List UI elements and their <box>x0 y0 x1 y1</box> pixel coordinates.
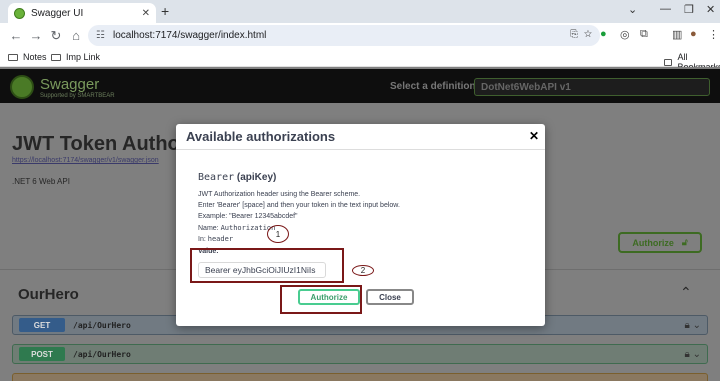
collapse-chevron-icon[interactable]: ⌃ <box>680 284 692 301</box>
forward-icon[interactable]: → <box>26 28 46 43</box>
authorize-highlight-box <box>280 285 362 314</box>
address-bar[interactable]: ☷ localhost:7174/swagger/index.html ⎘ ☆ <box>88 25 600 46</box>
window-close-button[interactable]: ✕ <box>706 3 715 16</box>
back-icon[interactable]: ← <box>6 28 26 43</box>
operation-post[interactable]: POST /api/OurHero 🔒︎ ⌄ <box>12 344 708 364</box>
bookmark-label: Imp Link <box>66 52 101 62</box>
scheme-type: (apiKey) <box>236 172 277 183</box>
reload-icon[interactable]: ↻ <box>46 28 66 44</box>
bookmarks-bar: Notes Imp Link All Bookmarks <box>0 48 720 72</box>
tab-search-icon[interactable]: ⌄ <box>628 3 637 16</box>
definition-label: Select a definition <box>390 81 476 92</box>
name-row: Name: Authorization <box>198 224 275 232</box>
swagger-json-link[interactable]: https://localhost:7174/swagger/v1/swagge… <box>12 157 159 164</box>
minimize-button[interactable]: — <box>660 3 671 15</box>
annotation-marker-1: 1 <box>267 225 289 243</box>
lock-chevron-icons[interactable]: 🔒︎ ⌄ <box>685 320 701 331</box>
whatsapp-icon[interactable]: ● <box>600 28 607 40</box>
swagger-topbar: Swagger Supported by SMARTBEAR Select a … <box>0 69 720 103</box>
home-icon[interactable]: ⌂ <box>66 28 86 43</box>
tab-close-icon[interactable]: ✕ <box>142 8 150 19</box>
description-line: JWT Authorization header using the Beare… <box>198 191 361 198</box>
menu-icon[interactable]: ⋮ <box>708 28 719 41</box>
puzzle-icon[interactable]: ⧉ <box>640 28 648 41</box>
bookmark-imp-link[interactable]: Imp Link <box>51 52 100 62</box>
swagger-logo-sub: Supported by SMARTBEAR <box>40 93 115 99</box>
sidepanel-icon[interactable]: ▥ <box>672 28 682 41</box>
bookmark-notes[interactable]: Notes <box>8 52 47 62</box>
name-label: Name: <box>198 225 219 232</box>
page-title: JWT Token Autho <box>12 133 180 155</box>
value-highlight-box <box>190 248 344 283</box>
description-line: Enter 'Bearer' [space] and then your tok… <box>198 202 400 209</box>
swagger-logo-text: Swagger <box>40 76 100 93</box>
operation-path: /api/OurHero <box>73 320 131 330</box>
page-authorize-button[interactable]: Authorize 🔓︎ <box>618 232 702 253</box>
browser-toolbar: ← → ↻ ⌂ ☷ localhost:7174/swagger/index.h… <box>0 23 720 48</box>
maximize-button[interactable]: ❐ <box>684 3 694 16</box>
browser-tab-strip: Swagger UI ✕ + ⌄ — ❐ ✕ <box>0 0 720 23</box>
scheme-heading: Bearer (apiKey) <box>198 172 276 183</box>
tab-title: Swagger UI <box>31 7 84 19</box>
new-tab-button[interactable]: + <box>161 3 169 19</box>
swagger-logo-icon <box>10 75 34 99</box>
api-description: .NET 6 Web API <box>12 177 70 186</box>
extension-icon[interactable]: ◎ <box>620 28 630 41</box>
operation-path: /api/OurHero <box>73 349 131 359</box>
description-line: Example: "Bearer 12345abcdef" <box>198 213 298 220</box>
lock-chevron-icons[interactable]: 🔒︎ ⌄ <box>685 349 701 360</box>
definition-select[interactable]: DotNet6WebAPI v1 <box>474 78 710 96</box>
in-label: In: <box>198 236 206 243</box>
folder-icon <box>8 53 18 61</box>
browser-tab[interactable]: Swagger UI ✕ <box>8 3 156 23</box>
annotation-marker-2: 2 <box>352 265 374 276</box>
section-title: OurHero <box>18 286 79 303</box>
address-text: localhost:7174/swagger/index.html <box>112 30 267 41</box>
avatar[interactable]: ● <box>690 28 697 40</box>
method-badge: POST <box>19 347 65 361</box>
bookmark-label: Notes <box>23 52 47 62</box>
folder-icon <box>51 53 61 61</box>
operation-partial[interactable] <box>12 373 708 381</box>
authorize-label: Authorize <box>632 237 674 248</box>
site-info-icon[interactable]: ☷ <box>96 30 105 41</box>
swagger-favicon-icon <box>14 7 25 19</box>
folder-icon <box>664 58 673 66</box>
scheme-name: Bearer <box>198 172 235 183</box>
in-row: In: header <box>198 235 233 243</box>
lock-icon: 🔓︎ <box>681 237 688 247</box>
in-value: header <box>207 235 234 243</box>
method-badge: GET <box>19 318 65 332</box>
divider <box>176 149 545 150</box>
close-button[interactable]: Close <box>366 289 414 305</box>
translate-star-icons[interactable]: ⎘ ☆ <box>570 29 592 40</box>
modal-close-icon[interactable]: ✕ <box>529 129 539 143</box>
modal-title: Available authorizations <box>186 129 336 144</box>
